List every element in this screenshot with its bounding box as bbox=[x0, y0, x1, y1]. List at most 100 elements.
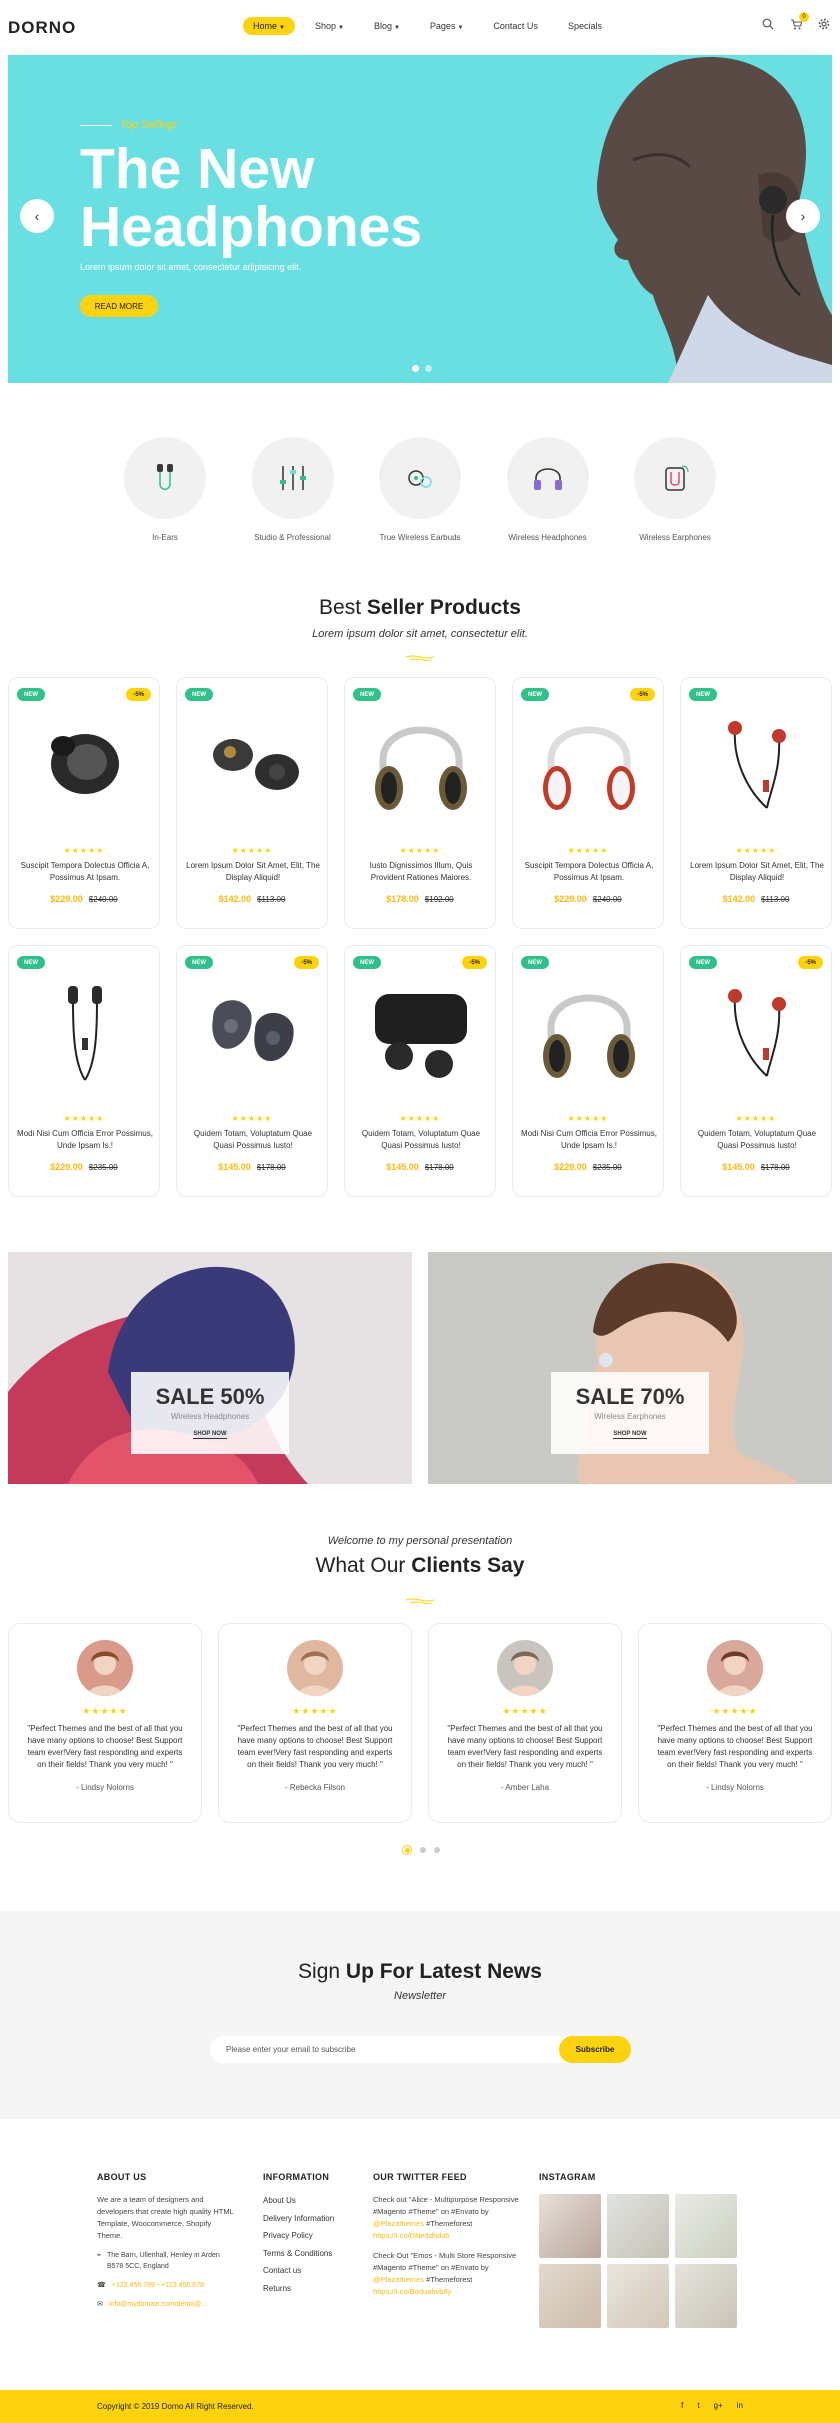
google-plus-icon[interactable]: g+ bbox=[714, 2401, 723, 2410]
product-image[interactable] bbox=[361, 968, 481, 1088]
nav-specials[interactable]: Specials bbox=[558, 17, 612, 35]
instagram-photo[interactable] bbox=[607, 2194, 669, 2258]
earphones-icon bbox=[634, 437, 716, 519]
footer-instagram: INSTAGRAM bbox=[539, 2172, 739, 2328]
product-image[interactable] bbox=[25, 700, 145, 820]
nav-pages[interactable]: Pages ▼ bbox=[420, 17, 473, 35]
product-card[interactable]: NEW ★★★★★ Iusto Dignissimos Illum, Quis Pr… bbox=[344, 677, 496, 929]
product-image[interactable] bbox=[193, 968, 313, 1088]
footer-link-privacy[interactable]: Privacy Policy bbox=[263, 2227, 363, 2245]
testimonial-author: - Rebecka Filson bbox=[284, 1783, 346, 1792]
footer-link-returns[interactable]: Returns bbox=[263, 2280, 363, 2298]
gear-icon[interactable] bbox=[818, 18, 830, 33]
sale-banner-2[interactable]: SALE 70% Wireless Earphones SHOP NOW bbox=[428, 1252, 832, 1484]
product-card[interactable]: NEW ★★★★★ Modi Nisi Cum Officia Error Poss… bbox=[8, 945, 160, 1197]
old-price: $240.00 bbox=[592, 895, 622, 904]
category-wireless-earphones[interactable]: Wireless Earphones bbox=[620, 437, 730, 542]
product-card[interactable]: NEW -5% ★★★★★ Suscipit Tempora Dolectus Off… bbox=[8, 677, 160, 929]
nav-label: Shop bbox=[314, 21, 336, 31]
testimonial-dot[interactable] bbox=[420, 1847, 426, 1853]
linkedin-icon[interactable]: in bbox=[737, 2401, 743, 2410]
slider-dot[interactable] bbox=[412, 365, 419, 372]
tweet-tag: #Themeforest bbox=[426, 2219, 473, 2228]
product-image[interactable] bbox=[529, 700, 649, 820]
product-image[interactable] bbox=[697, 968, 817, 1088]
category-studio[interactable]: Studio & Professional bbox=[238, 437, 348, 542]
cart-icon[interactable]: 0 bbox=[790, 12, 809, 33]
product-name[interactable]: Quidem Totam, Voluptatum Quae Quasi Poss… bbox=[689, 1128, 825, 1152]
testimonial-quote: "Perfect Themes and the best of all that… bbox=[447, 1724, 603, 1769]
shop-now-link[interactable]: SHOP NOW bbox=[193, 1431, 227, 1439]
footer-link-delivery[interactable]: Delivery Information bbox=[263, 2210, 363, 2228]
mail-icon: ✉ bbox=[97, 2301, 103, 2308]
read-more-button[interactable]: READ MORE bbox=[80, 295, 158, 317]
instagram-photo[interactable] bbox=[675, 2194, 737, 2258]
facebook-icon[interactable]: f bbox=[681, 2401, 683, 2410]
product-image[interactable] bbox=[529, 968, 649, 1088]
old-price: $113.00 bbox=[257, 895, 286, 904]
product-image[interactable] bbox=[193, 700, 313, 820]
product-name[interactable]: Iusto Dignissimos Illum, Quis Provident … bbox=[353, 860, 489, 884]
category-true-wireless[interactable]: True Wireless Earbuds bbox=[365, 437, 475, 542]
prev-slide-button[interactable]: ‹ bbox=[20, 199, 54, 233]
slider-dot[interactable] bbox=[425, 365, 432, 372]
nav-shop[interactable]: Shop ▼ bbox=[305, 17, 354, 35]
product-name[interactable]: Lorem Ipsum Dolor Sit Amet, Elit, The Di… bbox=[185, 860, 321, 884]
category-label: In-Ears bbox=[152, 533, 178, 542]
footer-heading: OUR TWITTER FEED bbox=[373, 2172, 467, 2182]
tweet-link[interactable]: https://t.co/Boduahvb9y bbox=[373, 2287, 451, 2296]
product-card[interactable]: NEW -5% ★★★★★ Quidem Totam, Voluptatum Quae… bbox=[344, 945, 496, 1197]
product-card[interactable]: NEW ★★★★★ Modi Nisi Cum Officia Error Poss… bbox=[512, 945, 664, 1197]
shop-now-link[interactable]: SHOP NOW bbox=[613, 1431, 647, 1439]
address-text: The Barn, Ullenhall, Henley in Arden B57… bbox=[106, 2252, 220, 2270]
nav-blog[interactable]: Blog ▼ bbox=[364, 17, 410, 35]
hero-subtitle: Lorem ipsum dolor sit amet, consectetur … bbox=[80, 262, 302, 272]
footer-link-contact[interactable]: Contact us bbox=[263, 2262, 363, 2280]
product-image[interactable] bbox=[697, 700, 817, 820]
product-price: $229.00 $240.00 bbox=[513, 894, 663, 904]
subscribe-button[interactable]: Subscribe bbox=[559, 2036, 631, 2063]
nav-contact[interactable]: Contact Us bbox=[483, 17, 548, 35]
product-name[interactable]: Suscipit Tempora Dolectus Officia A, Pos… bbox=[17, 860, 153, 884]
product-image[interactable] bbox=[25, 968, 145, 1088]
logo[interactable]: DORNO bbox=[8, 18, 76, 38]
email: ✉ info@mydomain.com/demo@... bbox=[97, 2299, 237, 2310]
phone-text[interactable]: +123.456.789 - +123.456.678 bbox=[112, 2280, 204, 2291]
instagram-photo[interactable] bbox=[607, 2264, 669, 2328]
product-image[interactable] bbox=[361, 700, 481, 820]
current-price: $145.00 bbox=[722, 1162, 755, 1172]
product-card[interactable]: NEW -5% ★★★★★ Quidem Totam, Voluptatum Quae… bbox=[680, 945, 832, 1197]
rating-stars: ★★★★★ bbox=[712, 1706, 758, 1716]
testimonial-dot[interactable] bbox=[434, 1847, 440, 1853]
footer-link-about[interactable]: About Us bbox=[263, 2192, 363, 2210]
category-in-ears[interactable]: In-Ears bbox=[110, 437, 220, 542]
product-card[interactable]: NEW -5% ★★★★★ Suscipit Tempora Dolectus Off… bbox=[512, 677, 664, 929]
product-name[interactable]: Suscipit Tempora Dolectus Officia A, Pos… bbox=[521, 860, 657, 884]
tweet-handle[interactable]: @Plazathemes bbox=[373, 2219, 424, 2228]
product-card[interactable]: NEW ★★★★★ Lorem Ipsum Dolor Sit Amet, Elit… bbox=[680, 677, 832, 929]
testimonial-author: - Lindsy Nolorns bbox=[706, 1783, 764, 1792]
sale-banner-1[interactable]: SALE 50% Wireless Headphones SHOP NOW bbox=[8, 1252, 412, 1484]
email-text[interactable]: info@mydomain.com/demo@... bbox=[109, 2299, 207, 2310]
nav-home[interactable]: Home ▼ bbox=[243, 17, 295, 35]
tweet-handle[interactable]: @Plazathemes bbox=[373, 2275, 424, 2284]
footer-link-terms[interactable]: Terms & Conditions bbox=[263, 2245, 363, 2263]
instagram-photo[interactable] bbox=[539, 2194, 601, 2258]
product-name[interactable]: Modi Nisi Cum Officia Error Possimus, Un… bbox=[521, 1128, 657, 1152]
testimonial-dot[interactable] bbox=[402, 1845, 412, 1855]
tweet-link[interactable]: https://t.co/DNe3dhds6 bbox=[373, 2231, 449, 2240]
next-slide-button[interactable]: › bbox=[786, 199, 820, 233]
instagram-photo[interactable] bbox=[539, 2264, 601, 2328]
product-name[interactable]: Lorem Ipsum Dolor Sit Amet, Elit, The Di… bbox=[689, 860, 825, 884]
category-wireless-headphones[interactable]: Wireless Headphones bbox=[493, 437, 603, 542]
product-card[interactable]: NEW -5% ★★★★★ Quidem Totam, Voluptatum Quae… bbox=[176, 945, 328, 1197]
product-card[interactable]: NEW ★★★★★ Lorem Ipsum Dolor Sit Amet, Elit… bbox=[176, 677, 328, 929]
search-icon[interactable] bbox=[762, 18, 774, 33]
product-name[interactable]: Quidem Totam, Voluptatum Quae Quasi Poss… bbox=[353, 1128, 489, 1152]
twitter-icon[interactable]: t bbox=[697, 2401, 699, 2410]
category-label: True Wireless Earbuds bbox=[379, 533, 461, 542]
instagram-photo[interactable] bbox=[675, 2264, 737, 2328]
product-name[interactable]: Modi Nisi Cum Officia Error Possimus, Un… bbox=[17, 1128, 153, 1152]
product-name[interactable]: Quidem Totam, Voluptatum Quae Quasi Poss… bbox=[185, 1128, 321, 1152]
current-price: $142.00 bbox=[722, 894, 756, 904]
